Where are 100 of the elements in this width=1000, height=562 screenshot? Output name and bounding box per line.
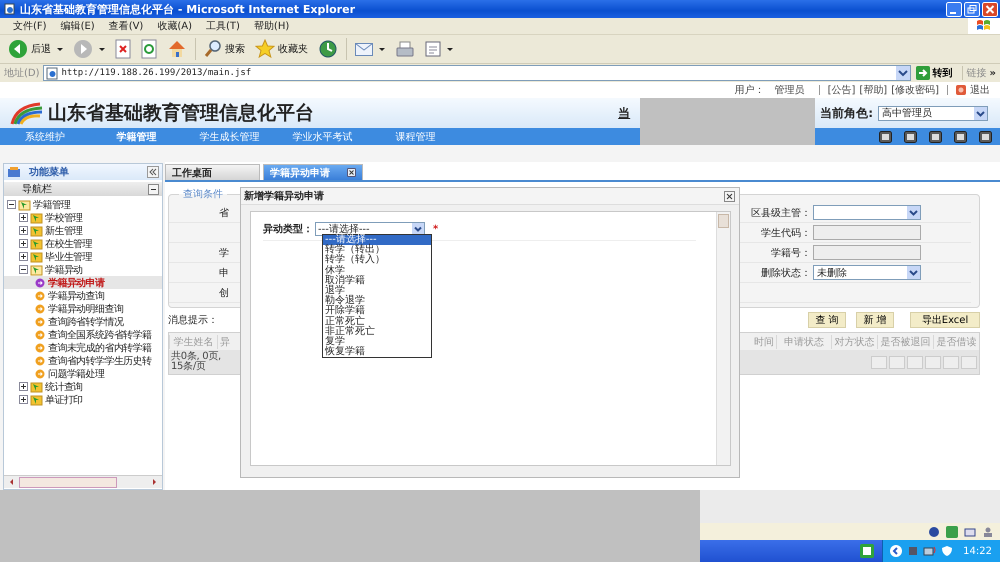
globe-icon[interactable] (928, 526, 940, 538)
action-button[interactable]: 新 增 (856, 312, 894, 328)
dropdown-option[interactable]: 正常死亡 (323, 316, 431, 327)
layout-icon[interactable] (979, 130, 992, 142)
favorites-button[interactable]: 收藏夹 (251, 38, 312, 60)
tree-item[interactable]: 学籍异动查询 (4, 289, 162, 302)
layout-icon[interactable] (879, 130, 892, 142)
input-method-icon[interactable] (860, 544, 874, 558)
dropdown-option[interactable]: 开除学籍 (323, 306, 431, 316)
role-select[interactable]: 高中管理员 (878, 106, 988, 120)
dropdown-option[interactable]: 恢复学籍 (323, 347, 431, 358)
tray-square-icon[interactable] (907, 545, 920, 557)
column-header: 异 (220, 336, 230, 348)
expand-toggle-icon[interactable] (19, 213, 28, 222)
menu-item[interactable]: 编辑(E) (54, 19, 102, 33)
tree-item[interactable]: 查询全国系统跨省转学籍 (4, 328, 162, 341)
tree-item[interactable]: 毕业生管理 (4, 250, 162, 263)
tree-item[interactable]: 单证打印 (4, 393, 162, 406)
tree-item[interactable]: 查询省内转学学生历史转 (4, 354, 162, 367)
expand-toggle-icon[interactable] (19, 226, 28, 235)
close-icon[interactable] (347, 168, 356, 177)
minimize-panel-button[interactable] (148, 184, 159, 194)
input-field[interactable] (813, 245, 921, 260)
header-link[interactable]: [公告] (828, 83, 856, 97)
menu-item[interactable]: 文件(F) (6, 19, 54, 33)
dropdown-option[interactable]: 取消学籍 (323, 276, 431, 286)
layout-icon[interactable] (929, 130, 942, 142)
header-link[interactable]: [修改密码] (891, 83, 939, 97)
document-icon (425, 41, 441, 57)
dropdown-option[interactable]: 非正常死亡 (323, 326, 431, 337)
bullet-icon (35, 290, 45, 300)
dropdown-option[interactable]: 休学 (323, 266, 431, 276)
printer-icon (395, 41, 415, 57)
tree-item[interactable]: 查询跨省转学情况 (4, 315, 162, 328)
input-method-icon[interactable] (946, 526, 958, 538)
folder-icon (30, 264, 43, 276)
scrollbar-thumb[interactable] (718, 214, 729, 228)
nav-tab[interactable]: 学籍管理 (90, 130, 183, 144)
shield-icon[interactable] (941, 545, 954, 557)
nav-tab[interactable]: 学生成长管理 (183, 130, 276, 144)
logout-link[interactable]: 退出 (970, 83, 990, 97)
dropdown-option[interactable]: 勒令退学 (323, 296, 431, 306)
expand-toggle-icon[interactable] (19, 265, 28, 274)
restore-button[interactable] (964, 2, 980, 16)
field-label: 申 (219, 268, 229, 278)
column-header: 申请状态 (784, 336, 824, 348)
bullet-icon (35, 316, 45, 326)
header-link[interactable]: [帮助] (859, 83, 888, 97)
nav-tab[interactable]: 系统维护 (0, 130, 90, 144)
expand-toggle-icon[interactable] (19, 252, 28, 261)
action-button[interactable]: 导出Excel (910, 312, 980, 328)
go-button[interactable]: 转到 (914, 66, 959, 80)
layout-icon[interactable] (904, 130, 917, 142)
layout-icon[interactable] (954, 130, 967, 142)
address-field[interactable]: http://119.188.26.199/2013/main.jsf (42, 65, 911, 81)
nav-tab[interactable]: 课程管理 (369, 130, 462, 144)
bullet-icon (35, 342, 45, 352)
expand-toggle-icon[interactable] (19, 382, 28, 391)
dropdown-option[interactable]: 转学（转入） (323, 255, 431, 266)
more-chevron[interactable]: » (990, 68, 1000, 78)
field-label: 创 (219, 288, 229, 298)
action-button[interactable]: 查 询 (808, 312, 846, 328)
menu-item[interactable]: 查看(V) (102, 19, 150, 33)
tree-item[interactable]: 学校管理 (4, 211, 162, 224)
dropdown-option[interactable]: 转学（转出） (323, 245, 431, 256)
expand-tray-icon[interactable] (889, 544, 904, 558)
horizontal-scrollbar[interactable] (4, 475, 162, 488)
tree-item[interactable]: 统计查询 (4, 380, 162, 393)
tree-item[interactable]: 学籍异动 (4, 263, 162, 276)
logout-icon[interactable] (956, 85, 966, 95)
back-button[interactable]: 后退 (4, 38, 67, 60)
tree-item[interactable]: 新生管理 (4, 224, 162, 237)
menu-item[interactable]: 帮助(H) (246, 19, 296, 33)
tree-item[interactable]: 问题学籍处理 (4, 367, 162, 380)
tree-item[interactable]: 查询未完成的省内转学籍 (4, 341, 162, 354)
message-label: 消息提示： (168, 314, 218, 327)
scrollbar-thumb[interactable] (19, 476, 117, 488)
input-field[interactable] (813, 225, 921, 240)
tree-item[interactable]: 学籍异动明细查询 (4, 302, 162, 315)
tree-item[interactable]: 学籍异动申请 (4, 276, 162, 289)
user-icon[interactable] (982, 526, 994, 538)
close-button[interactable] (724, 190, 735, 202)
keyboard-icon[interactable] (964, 526, 976, 538)
vertical-scrollbar[interactable] (716, 212, 730, 465)
menu-item[interactable]: 收藏(A) (150, 19, 199, 33)
go-arrow-icon (916, 66, 930, 80)
search-button[interactable]: 搜索 (200, 38, 249, 60)
minimize-button[interactable] (946, 2, 962, 16)
select-field[interactable]: 未删除 (813, 265, 921, 280)
expand-toggle-icon[interactable] (19, 395, 28, 404)
expand-toggle-icon[interactable] (7, 200, 16, 209)
tab[interactable]: 工作桌面 (165, 164, 260, 180)
nav-tab[interactable]: 学业水平考试 (276, 130, 369, 144)
tree-item[interactable]: 在校生管理 (4, 237, 162, 250)
select-field[interactable] (813, 205, 921, 220)
expand-toggle-icon[interactable] (19, 239, 28, 248)
collapse-button[interactable] (147, 166, 159, 178)
network-icon[interactable] (923, 545, 938, 557)
tree-item[interactable]: 学籍管理 (4, 198, 162, 211)
menu-item[interactable]: 工具(T) (199, 19, 247, 33)
